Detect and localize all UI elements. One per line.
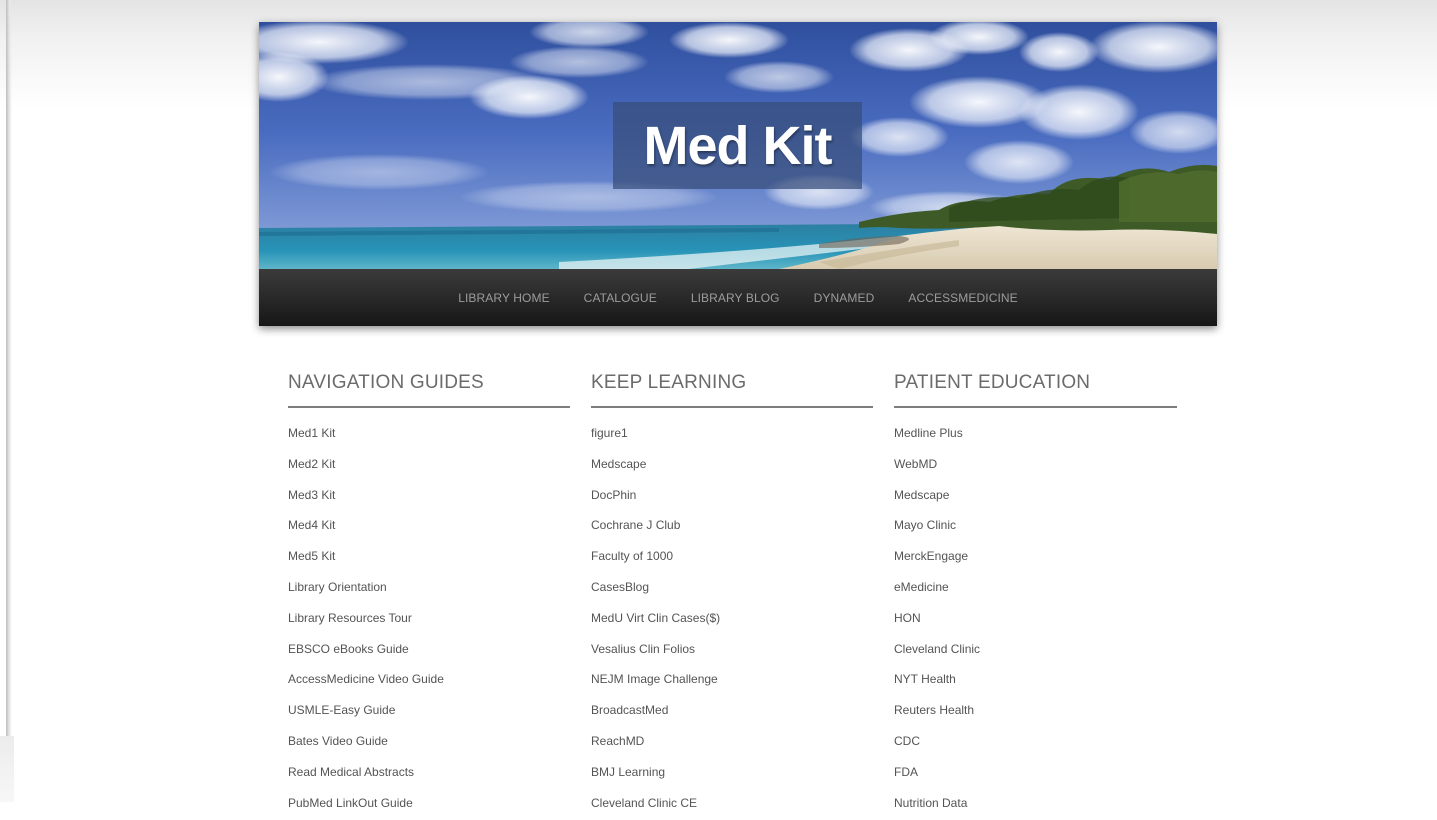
list-item: USMLE-Easy Guide (288, 697, 570, 728)
link[interactable]: Cleveland Clinic CE (591, 796, 697, 810)
list-item: Medscape (894, 482, 1177, 513)
link[interactable]: CDC (894, 734, 920, 748)
link[interactable]: Mayo Clinic (894, 518, 956, 532)
list-item: figure1 (591, 420, 873, 451)
link-list: Medline Plus WebMD Medscape Mayo Clinic … (894, 420, 1177, 820)
page-bottom-left-edge (0, 736, 14, 802)
link[interactable]: Cochrane J Club (591, 518, 680, 532)
list-item: Library Orientation (288, 574, 570, 605)
site-title: Med Kit (643, 115, 833, 176)
list-item: Reuters Health (894, 697, 1177, 728)
link[interactable]: PubMed LinkOut Guide (288, 796, 413, 810)
site-title-box: Med Kit (613, 102, 862, 189)
link[interactable]: Nutrition Data (894, 796, 967, 810)
link[interactable]: Bates Video Guide (288, 734, 388, 748)
link[interactable]: DocPhin (591, 488, 636, 502)
list-item: AccessMedicine Video Guide (288, 666, 570, 697)
nav-library-blog[interactable]: LIBRARY BLOG (674, 291, 797, 305)
column-patient-education: PATIENT EDUCATION Medline Plus WebMD Med… (894, 370, 1177, 820)
link-list: Med1 Kit Med2 Kit Med3 Kit Med4 Kit Med5… (288, 420, 570, 820)
link[interactable]: NEJM Image Challenge (591, 672, 718, 686)
link[interactable]: Med5 Kit (288, 549, 335, 563)
link[interactable]: MerckEngage (894, 549, 968, 563)
list-item: NYT Health (894, 666, 1177, 697)
link[interactable]: Medscape (591, 457, 646, 471)
column-navigation-guides: NAVIGATION GUIDES Med1 Kit Med2 Kit Med3… (288, 370, 570, 820)
nav-library-home[interactable]: LIBRARY HOME (441, 291, 566, 305)
list-item: BroadcastMed (591, 697, 873, 728)
link[interactable]: USMLE-Easy Guide (288, 703, 395, 717)
list-item: MedU Virt Clin Cases($) (591, 605, 873, 636)
link[interactable]: Med4 Kit (288, 518, 335, 532)
link[interactable]: Med3 Kit (288, 488, 335, 502)
list-item: Bates Video Guide (288, 728, 570, 759)
site-header: Med Kit LIBRARY HOME CATALOGUE LIBRARY B… (259, 22, 1217, 326)
link[interactable]: WebMD (894, 457, 937, 471)
link[interactable]: FDA (894, 765, 918, 779)
list-item: WebMD (894, 451, 1177, 482)
column-title: NAVIGATION GUIDES (288, 370, 570, 408)
column-keep-learning: KEEP LEARNING figure1 Medscape DocPhin C… (591, 370, 873, 820)
nav-dynamed[interactable]: DYNAMED (797, 291, 892, 305)
list-item: Read Medical Abstracts (288, 759, 570, 790)
list-item: Med1 Kit (288, 420, 570, 451)
link[interactable]: Faculty of 1000 (591, 549, 673, 563)
list-item: CDC (894, 728, 1177, 759)
list-item: MerckEngage (894, 543, 1177, 574)
link[interactable]: ReachMD (591, 734, 644, 748)
link[interactable]: Med2 Kit (288, 457, 335, 471)
link[interactable]: Read Medical Abstracts (288, 765, 414, 779)
nav-catalogue[interactable]: CATALOGUE (567, 291, 674, 305)
list-item: EBSCO eBooks Guide (288, 636, 570, 667)
link[interactable]: MedU Virt Clin Cases($) (591, 611, 720, 625)
link[interactable]: Library Resources Tour (288, 611, 412, 625)
list-item: Mayo Clinic (894, 512, 1177, 543)
page-left-edge (6, 0, 12, 802)
list-item: Medline Plus (894, 420, 1177, 451)
link[interactable]: Reuters Health (894, 703, 974, 717)
list-item: BMJ Learning (591, 759, 873, 790)
link-list: figure1 Medscape DocPhin Cochrane J Club… (591, 420, 873, 820)
link[interactable]: EBSCO eBooks Guide (288, 642, 409, 656)
list-item: HON (894, 605, 1177, 636)
link[interactable]: Cleveland Clinic (894, 642, 980, 656)
list-item: Med3 Kit (288, 482, 570, 513)
link[interactable]: CasesBlog (591, 580, 649, 594)
nav-accessmedicine[interactable]: ACCESSMEDICINE (891, 291, 1034, 305)
list-item: Faculty of 1000 (591, 543, 873, 574)
list-item: DocPhin (591, 482, 873, 513)
link[interactable]: HON (894, 611, 921, 625)
link[interactable]: figure1 (591, 426, 628, 440)
list-item: Med5 Kit (288, 543, 570, 574)
list-item: NEJM Image Challenge (591, 666, 873, 697)
list-item: Med2 Kit (288, 451, 570, 482)
link[interactable]: eMedicine (894, 580, 949, 594)
list-item: Medscape (591, 451, 873, 482)
list-item: Nutrition Data (894, 790, 1177, 820)
link[interactable]: BMJ Learning (591, 765, 665, 779)
link[interactable]: Library Orientation (288, 580, 387, 594)
link[interactable]: BroadcastMed (591, 703, 668, 717)
list-item: PubMed LinkOut Guide (288, 790, 570, 820)
column-title: KEEP LEARNING (591, 370, 873, 408)
list-item: CasesBlog (591, 574, 873, 605)
link[interactable]: Med1 Kit (288, 426, 335, 440)
link[interactable]: Vesalius Clin Folios (591, 642, 695, 656)
link[interactable]: Medscape (894, 488, 949, 502)
link[interactable]: Medline Plus (894, 426, 963, 440)
list-item: FDA (894, 759, 1177, 790)
list-item: Cleveland Clinic CE (591, 790, 873, 820)
main-nav: LIBRARY HOME CATALOGUE LIBRARY BLOG DYNA… (259, 269, 1217, 326)
link[interactable]: NYT Health (894, 672, 956, 686)
list-item: eMedicine (894, 574, 1177, 605)
list-item: Cleveland Clinic (894, 636, 1177, 667)
list-item: ReachMD (591, 728, 873, 759)
list-item: Vesalius Clin Folios (591, 636, 873, 667)
banner-image: Med Kit (259, 22, 1217, 269)
column-title: PATIENT EDUCATION (894, 370, 1177, 408)
list-item: Library Resources Tour (288, 605, 570, 636)
link[interactable]: AccessMedicine Video Guide (288, 672, 444, 686)
list-item: Med4 Kit (288, 512, 570, 543)
list-item: Cochrane J Club (591, 512, 873, 543)
